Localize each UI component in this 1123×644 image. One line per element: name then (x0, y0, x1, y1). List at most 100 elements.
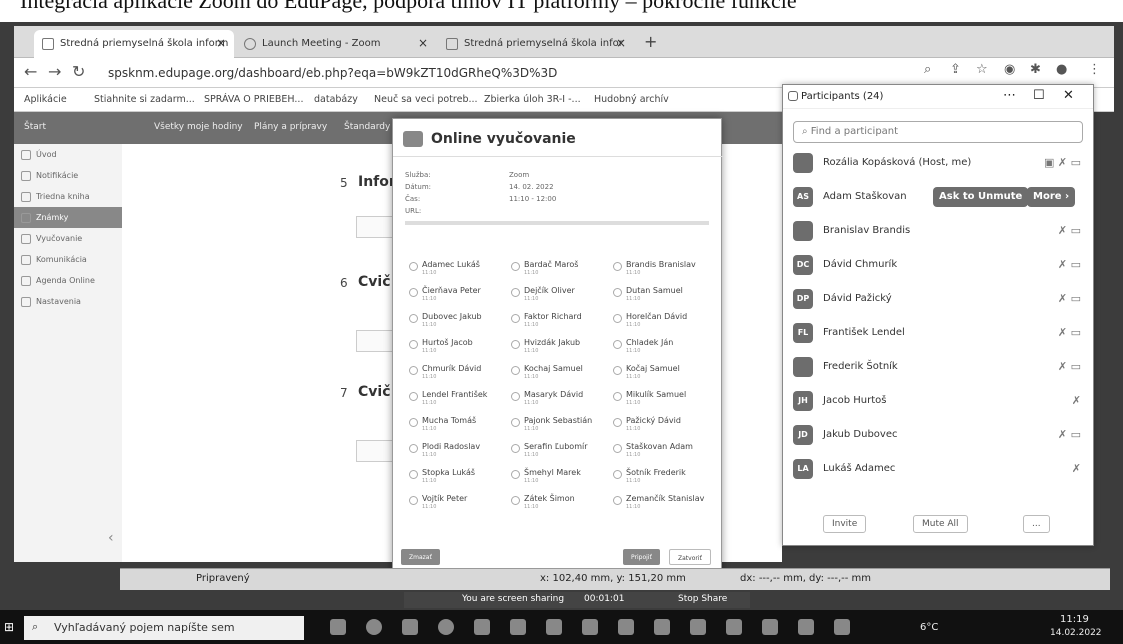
sidebar-item-uvod[interactable]: Úvod (14, 144, 122, 165)
more-icon[interactable]: ⋯ (1003, 88, 1016, 103)
student-attendance-item[interactable]: Chmurík Dávid 11:10 (409, 363, 509, 385)
student-attendance-item[interactable]: Vojtík Peter 11:10 (409, 493, 509, 515)
photoshop-icon[interactable] (618, 619, 634, 635)
student-attendance-item[interactable]: Zátek Šimon 11:10 (511, 493, 611, 515)
nav-standards[interactable]: Štandardy (344, 122, 390, 132)
sidebar-item-triedna-kniha[interactable]: Triedna kniha (14, 186, 122, 207)
attendance-check-icon[interactable] (409, 262, 418, 271)
student-attendance-item[interactable]: Zemančík Stanislav 11:10 (613, 493, 713, 515)
student-attendance-item[interactable]: Lendel František 11:10 (409, 389, 509, 411)
attendance-check-icon[interactable] (613, 288, 622, 297)
tab-close-icon[interactable]: × (616, 36, 626, 50)
close-icon[interactable]: ✕ (1063, 88, 1074, 103)
student-attendance-item[interactable]: Dubovec Jakub 11:10 (409, 311, 509, 333)
reload-icon[interactable]: ↻ (72, 62, 85, 81)
student-attendance-item[interactable]: Hvizdák Jakub 11:10 (511, 337, 611, 359)
browser-tab-edupage-2[interactable]: Stredná priemyselná škola infor × (438, 30, 634, 58)
attendance-check-icon[interactable] (409, 444, 418, 453)
student-attendance-item[interactable]: Dejčík Oliver 11:10 (511, 285, 611, 307)
app-icon[interactable] (690, 619, 706, 635)
attendance-check-icon[interactable] (409, 288, 418, 297)
extension-icon[interactable]: ◉ (1004, 62, 1015, 77)
attendance-check-icon[interactable] (511, 444, 520, 453)
attendance-check-icon[interactable] (511, 288, 520, 297)
participant-row[interactable]: JH Jacob Hurtoš ✗ (783, 387, 1093, 419)
sidebar-item-nastavenia[interactable]: Nastavenia (14, 291, 122, 312)
nav-my-lessons[interactable]: Všetky moje hodiny (154, 122, 243, 132)
student-attendance-item[interactable]: Plodi Radoslav 11:10 (409, 441, 509, 463)
tab-close-icon[interactable]: × (418, 36, 428, 50)
student-attendance-item[interactable]: Brandis Branislav 11:10 (613, 259, 713, 281)
student-attendance-item[interactable]: Pajonk Sebastián 11:10 (511, 415, 611, 437)
student-attendance-item[interactable]: Šotník Frederik 11:10 (613, 467, 713, 489)
app-icon[interactable] (510, 619, 526, 635)
student-attendance-item[interactable]: Staškovan Adam 11:10 (613, 441, 713, 463)
attendance-check-icon[interactable] (511, 262, 520, 271)
attendance-check-icon[interactable] (511, 496, 520, 505)
collapse-icon[interactable]: ‹ (108, 530, 114, 546)
app-icon[interactable] (798, 619, 814, 635)
student-attendance-item[interactable]: Masaryk Dávid 11:10 (511, 389, 611, 411)
share-icon[interactable]: ⇪ (950, 62, 961, 77)
bookmark-apps[interactable]: Aplikácie (24, 94, 67, 105)
participant-row[interactable]: Branislav Brandis ✗ ▭ (783, 217, 1093, 249)
stop-share-button[interactable]: Stop Share (678, 594, 727, 604)
chrome-icon[interactable] (438, 619, 454, 635)
mute-all-button[interactable]: Mute All (913, 515, 968, 533)
ask-to-unmute-button[interactable]: Ask to Unmute (933, 187, 1029, 207)
puzzle-icon[interactable]: ✱ (1030, 62, 1041, 77)
taskbar-search[interactable]: ⌕ Vyhľadávaný pojem napíšte sem (24, 616, 304, 640)
participant-row[interactable]: FL František Lendel ✗ ▭ (783, 319, 1093, 351)
url-field[interactable]: spsknm.edupage.org/dashboard/eb.php?eqa=… (100, 63, 900, 83)
forward-icon[interactable]: → (48, 62, 61, 81)
attendance-check-icon[interactable] (409, 340, 418, 349)
student-attendance-item[interactable]: Hurtoš Jacob 11:10 (409, 337, 509, 359)
attendance-check-icon[interactable] (511, 418, 520, 427)
zoom-lens-icon[interactable]: ⌕ (924, 62, 931, 77)
student-attendance-item[interactable]: Mikulík Samuel 11:10 (613, 389, 713, 411)
sidebar-item-znamky[interactable]: Známky (14, 207, 122, 228)
windows-start-icon[interactable]: ⊞ (4, 620, 14, 634)
student-attendance-item[interactable]: Šmehyl Marek 11:10 (511, 467, 611, 489)
more-options-button[interactable]: ... (1023, 515, 1050, 533)
student-attendance-item[interactable]: Faktor Richard 11:10 (511, 311, 611, 333)
participant-row[interactable]: Frederik Šotník ✗ ▭ (783, 353, 1093, 385)
sidebar-item-notifikacie[interactable]: Notifikácie (14, 165, 122, 186)
participant-row[interactable]: AS Adam Staškovan Ask to Unmute More › (783, 183, 1093, 215)
attendance-check-icon[interactable] (409, 470, 418, 479)
student-attendance-item[interactable]: Chladek Ján 11:10 (613, 337, 713, 359)
nav-start[interactable]: Štart (24, 122, 46, 132)
bookmark-item[interactable]: Neuč sa veci potreb... (374, 94, 478, 105)
attendance-check-icon[interactable] (613, 496, 622, 505)
folder-icon[interactable] (582, 619, 598, 635)
student-attendance-item[interactable]: Pažický Dávid 11:10 (613, 415, 713, 437)
attendance-check-icon[interactable] (613, 470, 622, 479)
attendance-check-icon[interactable] (409, 496, 418, 505)
menu-icon[interactable]: ⋮ (1088, 62, 1101, 77)
attendance-check-icon[interactable] (511, 392, 520, 401)
new-tab-icon[interactable]: + (644, 32, 657, 51)
app-icon[interactable] (762, 619, 778, 635)
attendance-check-icon[interactable] (613, 418, 622, 427)
edge-icon[interactable] (366, 619, 382, 635)
back-icon[interactable]: ← (24, 62, 37, 81)
delete-button[interactable]: Zmazať (401, 549, 440, 565)
close-button[interactable]: Zatvoriť (669, 549, 711, 565)
participant-row[interactable]: DP Dávid Pažický ✗ ▭ (783, 285, 1093, 317)
bookmark-item[interactable]: Hudobný archív (594, 94, 669, 105)
student-attendance-item[interactable]: Čierňava Peter 11:10 (409, 285, 509, 307)
weather-widget[interactable]: 6°C (920, 622, 938, 633)
participant-row[interactable]: Rozália Kopásková (Host, me) ▣ ✗ ▭ (783, 149, 1093, 181)
attendance-check-icon[interactable] (613, 392, 622, 401)
nav-plans[interactable]: Plány a prípravy (254, 122, 327, 132)
participant-row[interactable]: JD Jakub Dubovec ✗ ▭ (783, 421, 1093, 453)
star-icon[interactable]: ☆ (976, 62, 988, 77)
student-attendance-item[interactable]: Adamec Lukáš 11:10 (409, 259, 509, 281)
student-attendance-item[interactable]: Kočaj Samuel 11:10 (613, 363, 713, 385)
attendance-check-icon[interactable] (511, 340, 520, 349)
maximize-icon[interactable]: ☐ (1033, 88, 1045, 103)
app-icon[interactable] (726, 619, 742, 635)
sidebar-item-komunikacia[interactable]: Komunikácia (14, 249, 122, 270)
attendance-check-icon[interactable] (613, 314, 622, 323)
invite-button[interactable]: Invite (823, 515, 867, 533)
